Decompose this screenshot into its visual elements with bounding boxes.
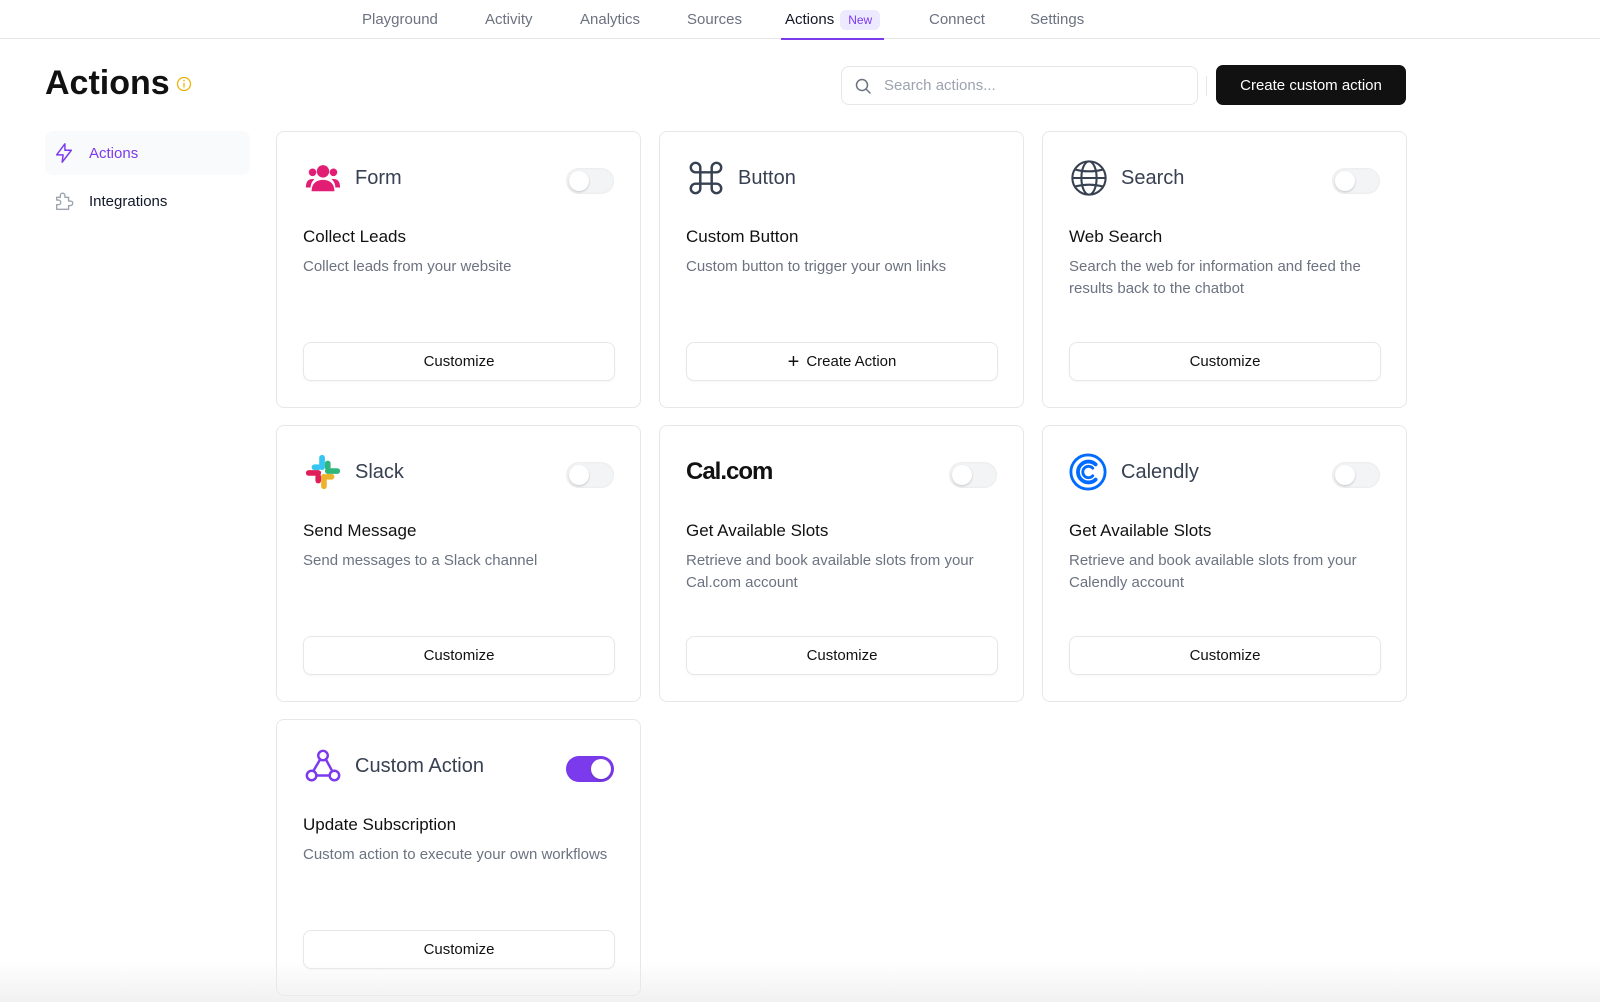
card-name: Button (738, 166, 796, 189)
tab-playground[interactable]: Playground (362, 0, 438, 39)
enable-toggle[interactable] (949, 462, 997, 488)
sidebar-item-actions[interactable]: Actions (45, 131, 250, 175)
card-header: Button (686, 158, 796, 198)
sidebar-item-label: Actions (89, 144, 139, 162)
action-card-button: Button Custom Button Custom button to tr… (659, 131, 1024, 408)
enable-toggle[interactable] (566, 462, 614, 488)
action-card-form: Form Collect Leads Collect leads from yo… (276, 131, 641, 408)
card-name: Custom Action (355, 754, 484, 777)
customize-button[interactable]: Customize (303, 342, 615, 381)
tab-activity[interactable]: Activity (485, 0, 533, 39)
slack-icon (303, 452, 343, 492)
card-name: Form (355, 166, 402, 189)
users-icon (303, 158, 343, 198)
card-description: Retrieve and book available slots from y… (686, 552, 974, 591)
card-header: Form (303, 158, 402, 198)
plus-icon: + (787, 350, 800, 373)
top-nav: Playground Activity Analytics Sources Ac… (0, 0, 1600, 40)
tab-sources[interactable]: Sources (687, 0, 742, 39)
card-description: Retrieve and book available slots from y… (1069, 552, 1357, 591)
card-header: Calendly (1069, 452, 1199, 492)
action-card-custom-action: Custom Action Update Subscription Custom… (276, 719, 641, 996)
card-description: Search the web for information and feed … (1069, 258, 1361, 297)
create-action-label: Create Action (806, 353, 897, 370)
tab-analytics[interactable]: Analytics (580, 0, 640, 39)
card-description: Custom button to trigger your own links (686, 258, 947, 275)
card-header: Cal.com (686, 452, 773, 492)
card-description: Collect leads from your website (303, 258, 512, 275)
info-icon[interactable] (176, 76, 192, 92)
card-header: Slack (303, 452, 404, 492)
search-input[interactable] (884, 77, 1164, 94)
calcom-logo: Cal.com (686, 458, 773, 485)
card-header: Custom Action (303, 746, 484, 786)
page-title-text: Actions (45, 64, 170, 102)
action-card-calcom: Cal.com Get Available Slots Retrieve and… (659, 425, 1024, 702)
search-box[interactable] (841, 66, 1198, 105)
card-title: Web Search (1069, 227, 1163, 246)
new-badge: New (840, 9, 881, 30)
card-description: Send messages to a Slack channel (303, 552, 538, 569)
calendly-icon (1069, 452, 1107, 492)
card-title: Update Subscription (303, 815, 457, 834)
page-title: Actions (45, 64, 192, 103)
divider (1206, 76, 1207, 96)
enable-toggle[interactable] (566, 168, 614, 194)
tab-actions-label: Actions (785, 11, 835, 28)
create-custom-action-button[interactable]: Create custom action (1216, 65, 1406, 105)
customize-button[interactable]: Customize (1069, 636, 1381, 675)
card-name: Slack (355, 460, 404, 483)
tab-connect[interactable]: Connect (929, 0, 985, 39)
enable-toggle[interactable] (1332, 462, 1380, 488)
card-title: Send Message (303, 521, 417, 540)
tab-actions[interactable]: Actions New (780, 0, 885, 40)
action-card-slack: Slack Send Message Send messages to a Sl… (276, 425, 641, 702)
customize-button[interactable]: Customize (1069, 342, 1381, 381)
customize-button[interactable]: Customize (303, 930, 615, 969)
card-name: Calendly (1121, 460, 1199, 483)
card-title: Get Available Slots (1069, 521, 1212, 540)
customize-button[interactable]: Customize (686, 636, 998, 675)
command-icon (686, 158, 726, 198)
action-card-calendly: Calendly Get Available Slots Retrieve an… (1042, 425, 1407, 702)
search-icon (855, 78, 871, 94)
card-header: Search (1069, 158, 1184, 198)
card-title: Collect Leads (303, 227, 407, 246)
enable-toggle[interactable] (1332, 168, 1380, 194)
puzzle-icon (55, 192, 74, 210)
customize-button[interactable]: Customize (303, 636, 615, 675)
card-title: Custom Button (686, 227, 799, 246)
card-description: Custom action to execute your own workfl… (303, 846, 608, 863)
tab-settings[interactable]: Settings (1030, 0, 1084, 39)
action-card-search: Search Web Search Search the web for inf… (1042, 131, 1407, 408)
webhook-icon (303, 746, 343, 786)
sidebar-item-integrations[interactable]: Integrations (45, 179, 250, 223)
globe-icon (1069, 158, 1109, 198)
card-title: Get Available Slots (686, 521, 829, 540)
enable-toggle[interactable] (566, 756, 614, 782)
create-action-button[interactable]: + Create Action (686, 342, 998, 381)
sidebar-item-label: Integrations (89, 192, 168, 210)
lightning-icon (55, 143, 73, 163)
card-name: Search (1121, 166, 1185, 189)
bottom-fade (0, 962, 1600, 1002)
